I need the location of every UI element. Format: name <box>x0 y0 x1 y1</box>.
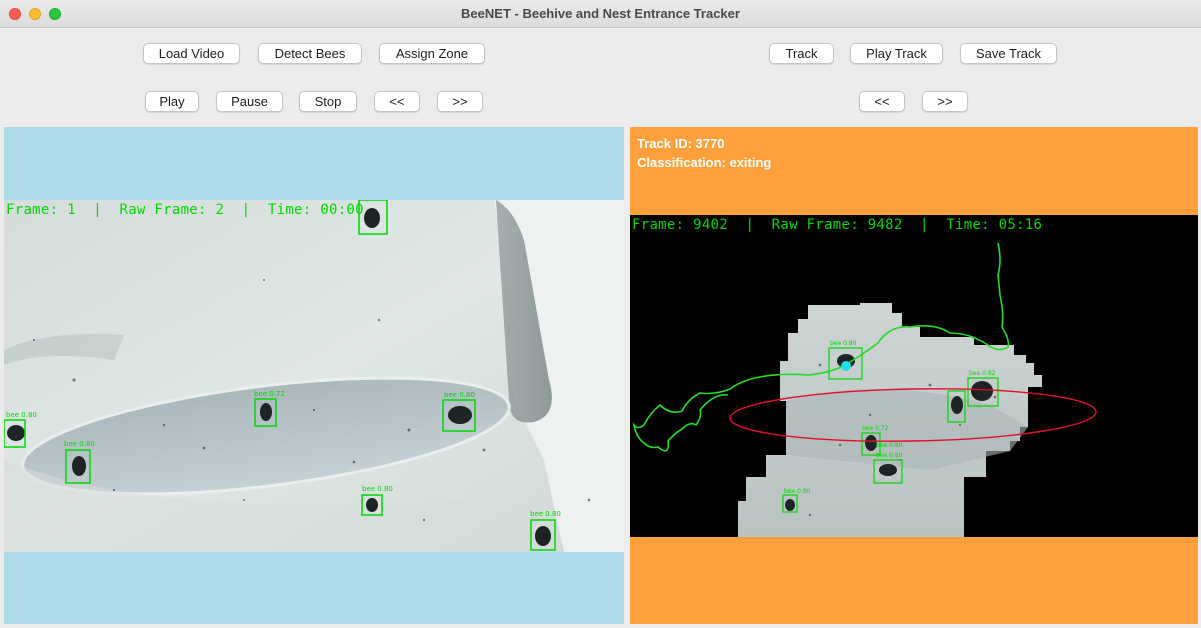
classification-label: Classification: exiting <box>637 155 772 170</box>
detection-label: bee 0.72 <box>862 425 889 432</box>
detection-label: bee 0.80 <box>6 411 37 419</box>
detection-label: bee 0.80 <box>64 440 95 448</box>
previous-frame-button[interactable]: << <box>374 91 420 112</box>
track-id-label: Track ID: 3770 <box>637 136 725 151</box>
detection-boxes-overlay: bee 0.80 bee 0.80 bee 0.72 bee 0.80 bee … <box>4 200 561 551</box>
load-video-button[interactable]: Load Video <box>143 43 240 64</box>
detect-bees-button[interactable]: Detect Bees <box>258 43 362 64</box>
play-track-button[interactable]: Play Track <box>850 43 943 64</box>
detection-label: bee 0.80 <box>444 391 475 399</box>
detection-label: bee 0.80 <box>876 442 903 449</box>
play-button[interactable]: Play <box>145 91 199 112</box>
assign-zone-button[interactable]: Assign Zone <box>379 43 485 64</box>
next-track-button[interactable]: >> <box>922 91 968 112</box>
detection-label: bee 0.80 <box>362 485 393 493</box>
previous-track-button[interactable]: << <box>859 91 905 112</box>
track-button[interactable]: Track <box>769 43 834 64</box>
detection-label: bee 0.80 <box>784 488 811 495</box>
title-bar: BeeNET - Beehive and Nest Entrance Track… <box>0 0 1201 28</box>
tracking-frame-image: bee 0.80 bee 0.82 bee 0.72 bee 0.80 bee … <box>632 242 1097 537</box>
track-current-point <box>841 361 851 371</box>
detection-label: bee 0.80 <box>830 340 857 347</box>
window-title: BeeNET - Beehive and Nest Entrance Track… <box>461 6 740 21</box>
detection-panel: bee 0.80 bee 0.80 bee 0.72 bee 0.80 bee … <box>4 127 624 624</box>
detection-box <box>530 519 556 551</box>
detection-box <box>4 419 26 448</box>
detection-box <box>442 399 476 432</box>
detection-box <box>65 449 91 484</box>
detection-label: bee 0.82 <box>969 370 996 377</box>
detection-video-frame[interactable]: bee 0.80 bee 0.80 bee 0.72 bee 0.80 bee … <box>4 200 624 552</box>
detection-label: bee 0.80 <box>530 510 561 518</box>
stop-button[interactable]: Stop <box>299 91 357 112</box>
frame-info-overlay: Frame: 1 | Raw Frame: 2 | Time: 00:00 <box>6 202 364 218</box>
pause-button[interactable]: Pause <box>216 91 283 112</box>
detection-label: bee 0.80 <box>876 452 903 459</box>
detection-label: bee 0.72 <box>254 390 285 398</box>
detection-box <box>361 494 383 516</box>
next-frame-button[interactable]: >> <box>437 91 483 112</box>
track-frame-info-overlay: Frame: 9402 | Raw Frame: 9482 | Time: 05… <box>632 217 1043 233</box>
tracking-panel: Track ID: 3770 Classification: exiting b… <box>630 127 1198 624</box>
tracking-video-frame[interactable]: bee 0.80 bee 0.82 bee 0.72 bee 0.80 bee … <box>630 215 1198 537</box>
save-track-button[interactable]: Save Track <box>960 43 1057 64</box>
detection-box <box>254 398 277 427</box>
